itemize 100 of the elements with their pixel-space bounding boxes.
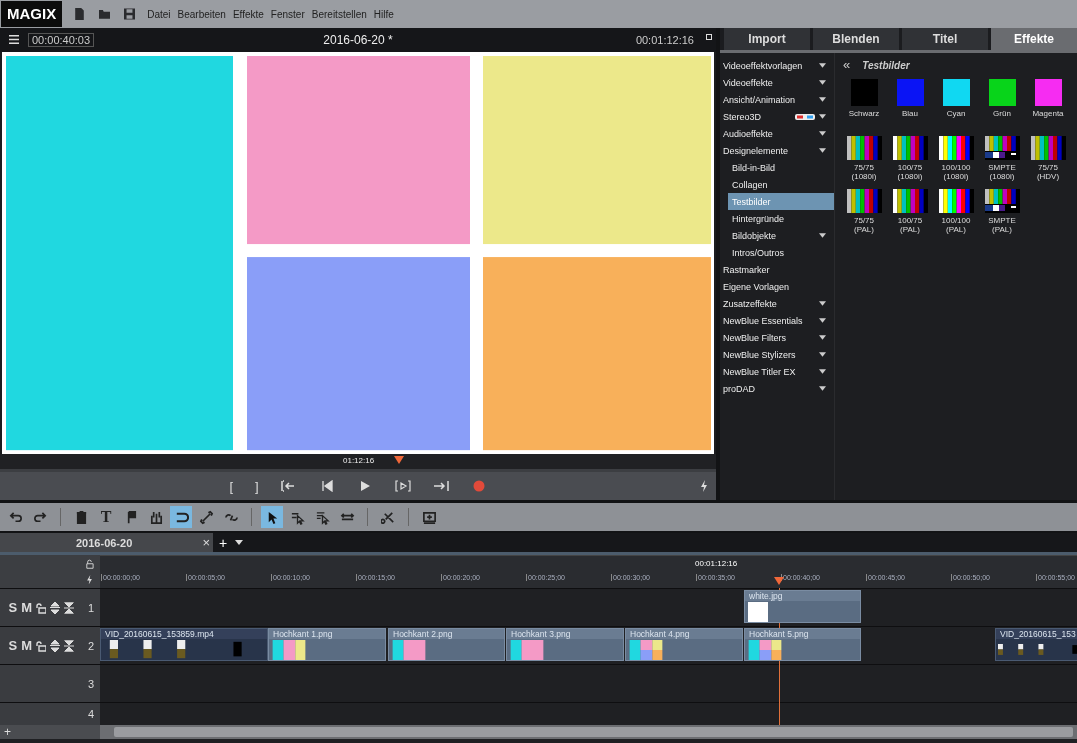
effects-category[interactable]: Videoeffektvorlagen <box>720 57 834 74</box>
lightning-icon[interactable] <box>700 480 708 493</box>
caret-icon[interactable] <box>819 114 826 119</box>
effects-category[interactable]: Designelemente <box>720 142 834 159</box>
clip-name: Hochkant 1.png <box>269 629 385 639</box>
solo-button[interactable]: S <box>8 600 18 615</box>
panel-tab[interactable]: Import <box>724 28 810 50</box>
expand-icon[interactable] <box>50 601 60 614</box>
mark-out-button[interactable]: ] <box>250 476 264 497</box>
caret-icon[interactable] <box>819 335 826 340</box>
playhead-marker[interactable] <box>774 577 784 585</box>
color-bars-thumbnail[interactable] <box>984 189 1020 213</box>
panel-tab[interactable]: Titel <box>902 28 988 50</box>
panel-tab[interactable]: Blenden <box>813 28 899 50</box>
caret-icon[interactable] <box>819 131 826 136</box>
menu-icon[interactable] <box>9 35 19 45</box>
caret-icon[interactable] <box>819 352 826 357</box>
timeline-clip[interactable]: VID_20160615_153 <box>995 628 1077 661</box>
effects-category[interactable]: Ansicht/Animation <box>720 91 834 108</box>
link-icon <box>198 509 214 525</box>
mute-button[interactable]: M <box>21 600 32 615</box>
track-number: 2 <box>86 639 94 652</box>
folder-icon[interactable] <box>99 8 111 20</box>
lock-icon[interactable] <box>85 559 94 569</box>
solo-button[interactable]: S <box>8 638 18 653</box>
color-swatch[interactable] <box>850 79 878 106</box>
effects-category[interactable]: Audioeffekte <box>720 125 834 142</box>
color-swatch[interactable] <box>942 79 970 106</box>
snap-tool[interactable] <box>170 506 192 528</box>
timeline-clip[interactable]: Hochkant 2.png <box>388 628 505 661</box>
caret-icon[interactable] <box>819 97 826 102</box>
folder-title: Testbilder <box>862 59 910 71</box>
effects-category[interactable]: Collagen <box>728 176 834 193</box>
effects-category[interactable]: Hintergründe <box>728 210 834 227</box>
close-button[interactable]: × <box>199 535 213 550</box>
timeline-clip[interactable]: Hochkant 1.png <box>268 628 386 661</box>
effects-category[interactable]: Videoeffekte <box>720 74 834 91</box>
effects-category[interactable]: Bild-in-Bild <box>728 159 834 176</box>
lightning-icon[interactable] <box>85 574 94 584</box>
caret-icon[interactable] <box>819 148 826 153</box>
effects-category[interactable]: NewBlue Stylizers <box>720 346 834 363</box>
effects-category[interactable]: Zusatzeffekte <box>720 295 834 312</box>
add-tab-button[interactable]: + <box>215 534 232 551</box>
color-swatch[interactable] <box>1034 79 1062 106</box>
effects-category[interactable]: proDAD <box>720 380 834 397</box>
color-swatch[interactable] <box>896 79 924 106</box>
back-button[interactable]: « <box>841 58 853 72</box>
menu-item[interactable]: Effekte <box>232 8 264 20</box>
clip-thumbnail <box>747 640 783 660</box>
timeline-clip[interactable]: VID_20160615_153859.mp4 <box>100 628 268 661</box>
caret-icon[interactable] <box>819 80 826 85</box>
effects-category[interactable]: Eigene Vorlagen <box>720 278 834 295</box>
mute-button[interactable]: M <box>21 638 32 653</box>
effects-category[interactable]: Stereo3D <box>720 108 834 125</box>
horizontal-scrollbar[interactable] <box>114 727 1073 737</box>
caret-icon[interactable] <box>819 233 826 238</box>
pattern-format: (HDV) <box>1036 172 1060 181</box>
timeline-clip[interactable]: Hochkant 4.png <box>625 628 743 661</box>
caret-icon[interactable] <box>819 301 826 306</box>
caret-icon[interactable] <box>819 386 826 391</box>
timeline-clip[interactable]: white.jpg <box>744 590 861 623</box>
timeline-clip[interactable]: Hochkant 3.png <box>506 628 624 661</box>
dropdown-icon[interactable] <box>235 540 244 545</box>
timeline-clip[interactable]: Hochkant 5.png <box>744 628 861 661</box>
menu-item[interactable]: Bereitstellen <box>311 8 367 20</box>
effects-category[interactable]: NewBlue Titler EX <box>720 363 834 380</box>
collapse-icon[interactable] <box>64 601 74 614</box>
scrub-bar[interactable]: 01:12:16 <box>0 454 716 473</box>
new-file-icon[interactable] <box>74 8 86 20</box>
duration-timecode: 00:01:12:16 <box>635 33 694 46</box>
project-tab[interactable]: 2016-06-20 × <box>0 533 213 552</box>
effects-category[interactable]: Bildobjekte <box>728 227 834 244</box>
lock-icon[interactable] <box>36 639 46 652</box>
pointer-tool[interactable] <box>261 506 283 528</box>
menu-item[interactable]: Fenster <box>270 8 305 20</box>
expand-icon[interactable] <box>50 639 60 652</box>
insert-icon <box>421 509 437 525</box>
clip-name: VID_20160615_153 <box>996 629 1077 639</box>
collapse-icon[interactable] <box>64 639 74 652</box>
lock-icon[interactable] <box>36 601 46 614</box>
mark-in-button[interactable]: [ <box>224 476 238 497</box>
effects-category[interactable]: NewBlue Essentials <box>720 312 834 329</box>
caret-icon[interactable] <box>819 369 826 374</box>
cut-icon <box>380 509 396 525</box>
menu-item[interactable]: Hilfe <box>373 8 394 20</box>
effects-category[interactable]: Rastmarker <box>720 261 834 278</box>
text-tool[interactable]: T <box>95 506 117 528</box>
caret-icon[interactable] <box>819 63 826 68</box>
panel-tab[interactable]: Effekte <box>991 28 1077 50</box>
color-swatch[interactable] <box>988 79 1016 106</box>
menu-item[interactable]: Bearbeiten <box>177 8 226 20</box>
add-track-button[interactable]: + <box>0 725 100 739</box>
effects-category[interactable]: NewBlue Filters <box>720 329 834 346</box>
caret-icon[interactable] <box>819 318 826 323</box>
menu-item[interactable]: Datei <box>147 8 171 20</box>
project-title: 2016-06-20 * <box>322 32 394 47</box>
color-bars-thumbnail[interactable] <box>984 136 1020 160</box>
effects-category[interactable]: Intros/Outros <box>728 244 834 261</box>
save-icon[interactable] <box>124 8 136 20</box>
maximize-icon[interactable] <box>706 34 712 40</box>
